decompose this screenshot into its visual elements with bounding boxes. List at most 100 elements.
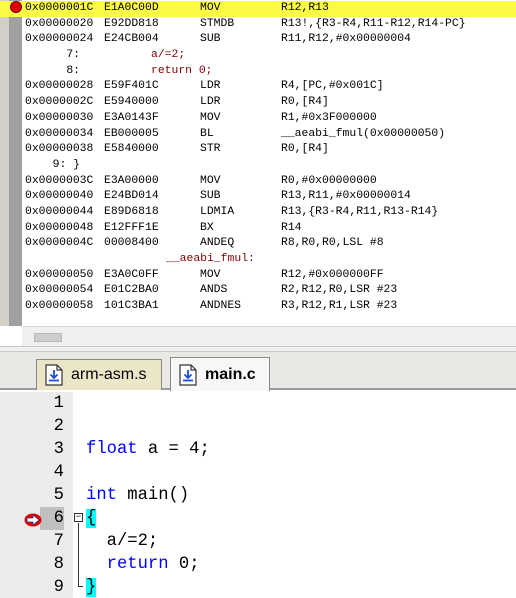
code-text: {: [86, 507, 97, 530]
disassembly-row[interactable]: 0x0000003C E3A00000 MOV R0,#0x00000000: [0, 174, 516, 190]
line-number[interactable]: 8: [40, 553, 64, 576]
operands: R0,[R4]: [281, 96, 329, 109]
mnemonic: LDR: [200, 96, 221, 109]
opcode: E3A00000: [104, 174, 159, 187]
opcode: E24BD014: [104, 190, 159, 203]
operands: R1,#0x3F000000: [281, 111, 377, 124]
operands: R3,R12,R1,LSR #23: [281, 300, 398, 313]
disassembly-row[interactable]: 0x00000038 E5840000 STR R0,[R4]: [0, 142, 516, 158]
disassembly-row[interactable]: 0x00000058 101C3BA1 ANDNES R3,R12,R1,LSR #2…: [0, 299, 516, 315]
opcode: E89D6818: [104, 205, 159, 218]
disassembly-row[interactable]: 0x00000050 E3A0C0FF MOV R12,#0x000000FF: [0, 268, 516, 284]
mnemonic: MOV: [200, 174, 221, 187]
disassembly-row[interactable]: 0x00000054 E01C2BA0 ANDS R2,R12,R0,LSR #23: [0, 283, 516, 299]
code-token: ;: [199, 440, 210, 459]
address: 0x00000048: [25, 221, 94, 234]
disassembly-row[interactable]: 0x00000048 E12FFF1E BX R14: [0, 221, 516, 237]
opcode: E3A0C0FF: [104, 268, 159, 281]
disassembly-row[interactable]: 0x00000024 E24CB004 SUB R11,R12,#0x00000004: [0, 32, 516, 48]
code-token: ;: [147, 532, 159, 551]
address: 0x00000058: [25, 300, 94, 313]
disassembly-row[interactable]: 0x00000034 EB000005 BL __aeabi_fmul(0x00000…: [0, 127, 516, 143]
code-token: a =: [137, 440, 190, 459]
operands: R11,R12,#0x00000004: [281, 33, 411, 46]
address: 0x00000050: [25, 268, 94, 281]
line-number[interactable]: 5: [40, 484, 64, 507]
address: 0x00000038: [25, 143, 94, 156]
opcode: E12FFF1E: [104, 221, 159, 234]
code-line[interactable]: 3 float a = 4;: [0, 438, 516, 461]
code-text: int main(): [86, 484, 189, 507]
code-text: float a = 4;: [86, 438, 210, 461]
address: 0x00000024: [25, 33, 94, 46]
line-number[interactable]: 2: [40, 415, 64, 438]
code-token: ;: [189, 555, 200, 574]
line-number[interactable]: 1: [40, 392, 64, 415]
disassembly-row[interactable]: 0x0000002C E5940000 LDR R0,[R4]: [0, 95, 516, 111]
opcode: E3A0143F: [104, 111, 159, 124]
tab-main-c[interactable]: main.c: [170, 357, 270, 391]
mnemonic: ANDNES: [200, 300, 242, 313]
line-number[interactable]: 4: [40, 461, 64, 484]
code-line[interactable]: 5 int main(): [0, 484, 516, 507]
opcode: E24CB004: [104, 33, 159, 46]
code-text: return 0;: [86, 553, 200, 576]
operands: R13,R11,#0x00000014: [281, 190, 411, 203]
opcode: 101C3BA1: [104, 300, 159, 313]
symbol-label: __aeabi_fmul:: [166, 253, 255, 265]
code-text: }: [86, 576, 97, 598]
horizontal-scrollbar[interactable]: [22, 326, 516, 346]
disassembly-row[interactable]: 0x00000020 E92DD818 STMDB R13!,{R3-R4,R11-R…: [0, 17, 516, 33]
disassembly-row[interactable]: 0x0000001C E1A0C00D MOV R12,R13: [0, 1, 516, 17]
code-token: main(): [116, 486, 190, 505]
code-token: 2: [137, 532, 148, 551]
matched-brace: }: [86, 578, 97, 597]
code-token: a/=: [86, 532, 138, 551]
mnemonic: LDMIA: [200, 205, 235, 218]
source-line-text: return 0;: [151, 64, 213, 77]
source-line-row[interactable]: 9: }: [0, 158, 516, 174]
code-text: a/=2;: [86, 530, 159, 553]
opcode: E1A0C00D: [104, 2, 159, 14]
operands: R4,[PC,#0x001C]: [281, 80, 384, 93]
disassembly-row[interactable]: 0x00000044 E89D6818 LDMIA R13,{R3-R4,R11,R1…: [0, 205, 516, 221]
opcode: E92DD818: [104, 17, 159, 30]
editor-lines[interactable]: 1 2 3 float a = 4; 4 5 int main() 6−{7 a/=2; 8 r…: [0, 392, 516, 598]
opcode: E59F401C: [104, 80, 159, 93]
disassembly-row[interactable]: 0x00000030 E3A0143F MOV R1,#0x3F000000: [0, 111, 516, 127]
disassembly-row[interactable]: 0x00000028 E59F401C LDR R4,[PC,#0x001C]: [0, 79, 516, 95]
keyword: int: [86, 486, 117, 505]
operands: R14: [281, 221, 302, 234]
fold-collapse-icon[interactable]: −: [74, 513, 83, 522]
scrollbar-thumb[interactable]: [34, 333, 62, 342]
code-line[interactable]: 2: [0, 415, 516, 438]
address: 0x00000030: [25, 111, 94, 124]
disassembly-pane: 0x0000001C E1A0C00D MOV R12,R13 0x00000020 E9…: [0, 0, 516, 346]
line-number[interactable]: 3: [40, 438, 64, 461]
breakpoint-icon[interactable]: [10, 1, 22, 13]
line-number[interactable]: 7: [40, 530, 64, 553]
symbol-label-row[interactable]: __aeabi_fmul:: [0, 252, 516, 268]
source-editor[interactable]: 1 2 3 float a = 4; 4 5 int main() 6−{7 a/=2; 8 r…: [0, 392, 516, 598]
mnemonic: LDR: [200, 80, 221, 93]
line-number[interactable]: 6: [40, 507, 64, 530]
source-line-row[interactable]: 8: return 0;: [0, 64, 516, 80]
disassembly-row[interactable]: 0x0000004C 00008400 ANDEQ R8,R0,R0,LSL #8: [0, 236, 516, 252]
mnemonic: MOV: [200, 111, 221, 124]
mnemonic: BX: [200, 221, 214, 234]
tab-arm-asm[interactable]: arm-asm.s: [36, 359, 162, 390]
disassembly-row[interactable]: 0x00000040 E24BD014 SUB R13,R11,#0x00000014: [0, 189, 516, 205]
opcode: E5840000: [104, 143, 159, 156]
mnemonic: ANDEQ: [200, 237, 235, 250]
disassembly-list[interactable]: 0x0000001C E1A0C00D MOV R12,R13 0x00000020 E9…: [0, 1, 516, 315]
code-line[interactable]: 1: [0, 392, 516, 415]
code-line[interactable]: 4: [0, 461, 516, 484]
address: 0x00000040: [25, 190, 94, 203]
source-line-row[interactable]: 7: a/=2;: [0, 48, 516, 64]
current-exec-arrow-icon: [24, 512, 42, 527]
operands: R12,R13: [281, 2, 329, 14]
line-number[interactable]: 9: [40, 576, 64, 598]
tab-label: arm-asm.s: [71, 366, 147, 383]
